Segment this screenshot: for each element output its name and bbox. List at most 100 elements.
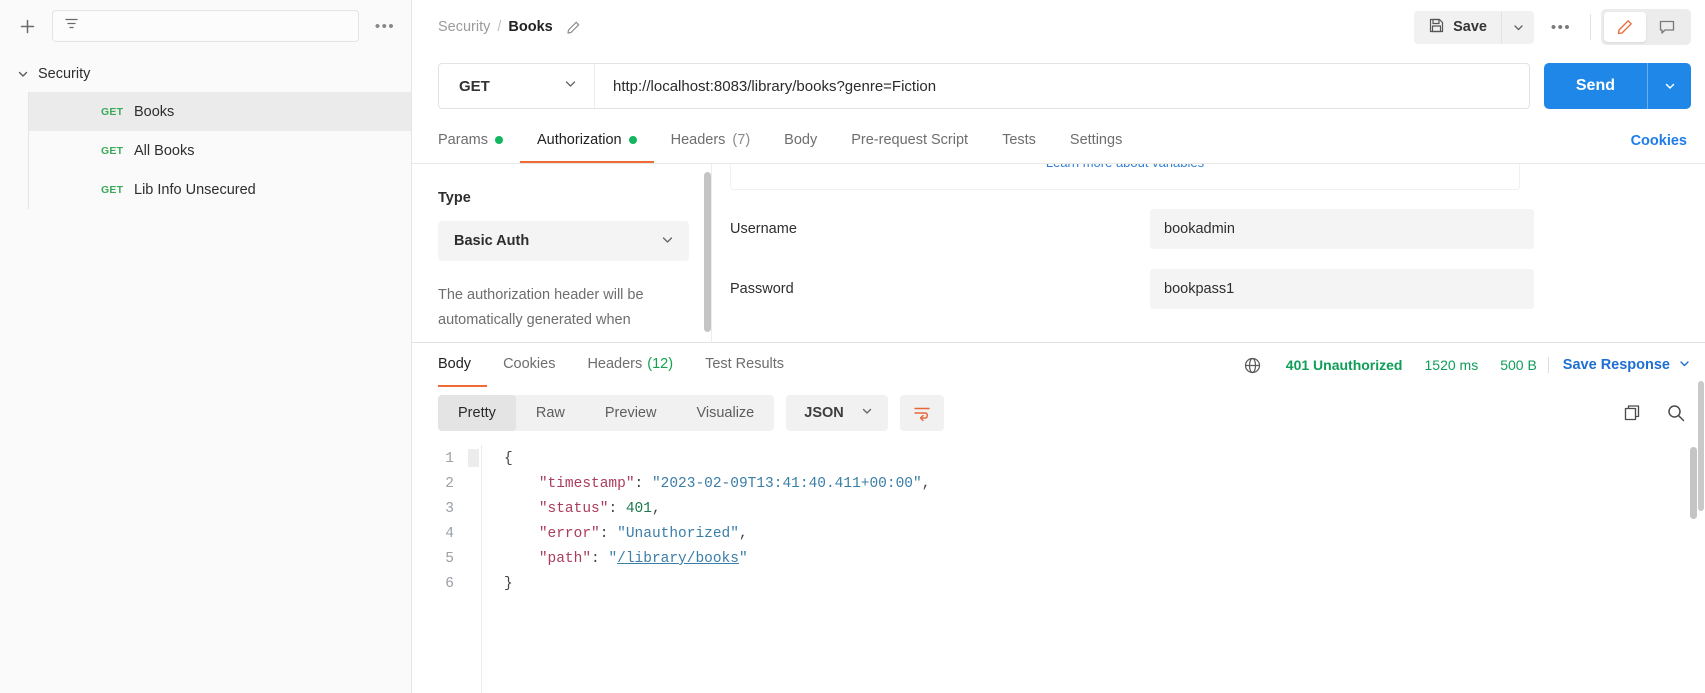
breadcrumb-parent[interactable]: Security bbox=[438, 19, 490, 35]
sidebar-item-label: Lib Info Unsecured bbox=[134, 181, 256, 198]
collection-folder-security[interactable]: Security bbox=[0, 56, 411, 92]
code-fold-column[interactable] bbox=[468, 445, 482, 693]
response-view-modes: Pretty Raw Preview Visualize bbox=[438, 395, 775, 431]
sidebar-more-button[interactable]: ••• bbox=[369, 11, 401, 41]
sidebar-filter-input[interactable] bbox=[52, 10, 359, 42]
line-number: 6 bbox=[445, 576, 454, 592]
fold-toggle[interactable] bbox=[468, 449, 479, 467]
auth-scrollbar[interactable] bbox=[704, 172, 711, 332]
edit-pencil-icon[interactable] bbox=[566, 20, 581, 35]
response-tab-test-results[interactable]: Test Results bbox=[689, 344, 800, 387]
header-view-toggle bbox=[1601, 9, 1691, 45]
tab-label: Body bbox=[784, 131, 818, 148]
response-panel: Body Cookies Headers (12) Test Results 4… bbox=[412, 342, 1705, 693]
search-icon[interactable] bbox=[1661, 398, 1691, 428]
auth-type-column: Type Basic Auth The authorization header… bbox=[412, 164, 712, 342]
response-tab-body[interactable]: Body bbox=[438, 344, 488, 387]
main-panel: Security / Books Save ••• GET http://loc… bbox=[412, 0, 1705, 693]
sidebar-item-lib-info-unsecured[interactable]: GET Lib Info Unsecured bbox=[28, 170, 411, 209]
response-status-code: 401 Unauthorized bbox=[1285, 357, 1403, 373]
code-token: "2023-02-09T13:41:40.411+00:00" bbox=[651, 476, 922, 492]
tab-label: Headers bbox=[587, 356, 643, 372]
save-options-button[interactable] bbox=[1501, 10, 1534, 44]
code-token: { bbox=[504, 451, 513, 467]
variables-link[interactable]: Learn more about variables bbox=[1046, 164, 1204, 170]
save-button-label: Save bbox=[1453, 19, 1487, 35]
tab-label: Test Results bbox=[705, 356, 785, 372]
modified-dot-icon bbox=[494, 135, 503, 144]
variables-note: Learn more about variables bbox=[730, 164, 1520, 190]
tab-body[interactable]: Body bbox=[767, 118, 834, 163]
chevron-down-icon bbox=[563, 76, 578, 96]
edit-mode-button[interactable] bbox=[1604, 12, 1646, 42]
modified-dot-icon bbox=[628, 135, 637, 144]
sidebar: ••• Security GET Books GET All Books GET… bbox=[0, 0, 412, 693]
sidebar-item-all-books[interactable]: GET All Books bbox=[28, 131, 411, 170]
auth-type-label: Type bbox=[438, 190, 471, 206]
url-input[interactable]: http://localhost:8083/library/books?genr… bbox=[595, 64, 1529, 108]
response-format-select[interactable]: JSON bbox=[786, 395, 888, 431]
http-method-select[interactable]: GET bbox=[439, 64, 595, 108]
request-method-badge: GET bbox=[101, 105, 124, 118]
comment-mode-button[interactable] bbox=[1646, 12, 1688, 42]
response-scroll-rail bbox=[1698, 343, 1704, 693]
auth-type-select[interactable]: Basic Auth bbox=[438, 221, 689, 261]
username-input[interactable]: bookadmin bbox=[1150, 209, 1534, 249]
response-body-code: 1 2 3 4 5 6 { "timestamp": "2023-02-09T1… bbox=[412, 439, 1705, 693]
authorization-panel: Type Basic Auth The authorization header… bbox=[412, 164, 1705, 342]
code-line: "status": 401, bbox=[504, 497, 1705, 522]
save-button[interactable]: Save bbox=[1414, 10, 1501, 44]
sidebar-toolbar: ••• bbox=[0, 0, 411, 52]
response-scrollbar-thumb[interactable] bbox=[1698, 381, 1704, 511]
save-response-button[interactable]: Save Response bbox=[1549, 357, 1691, 374]
view-mode-raw[interactable]: Raw bbox=[516, 395, 585, 431]
collection-tree: Security GET Books GET All Books GET Lib… bbox=[0, 52, 411, 209]
line-number: 2 bbox=[445, 476, 454, 492]
cookies-link[interactable]: Cookies bbox=[1614, 118, 1691, 163]
tab-settings[interactable]: Settings bbox=[1053, 118, 1139, 163]
header-divider bbox=[1590, 14, 1591, 40]
code-line: } bbox=[504, 572, 1705, 597]
code-token: "Unauthorized" bbox=[617, 526, 739, 542]
chevron-down-icon bbox=[860, 404, 874, 422]
response-tabs: Body Cookies Headers (12) Test Results 4… bbox=[412, 343, 1705, 387]
password-input[interactable]: bookpass1 bbox=[1150, 269, 1534, 309]
code-line: "timestamp": "2023-02-09T13:41:40.411+00… bbox=[504, 472, 1705, 497]
send-button[interactable]: Send bbox=[1543, 63, 1647, 109]
send-group: Send bbox=[1543, 63, 1691, 109]
response-tab-headers[interactable]: Headers (12) bbox=[571, 344, 689, 387]
send-options-button[interactable] bbox=[1647, 63, 1691, 109]
breadcrumb-separator: / bbox=[497, 19, 502, 35]
sidebar-item-label: Books bbox=[134, 103, 175, 120]
breadcrumb-current[interactable]: Books bbox=[508, 19, 552, 35]
view-mode-pretty[interactable]: Pretty bbox=[438, 395, 516, 431]
code-token: , bbox=[651, 501, 661, 517]
line-number: 5 bbox=[445, 551, 454, 567]
code-token: " bbox=[608, 551, 618, 567]
tab-tests[interactable]: Tests bbox=[985, 118, 1053, 163]
tab-pre-request-script[interactable]: Pre-request Script bbox=[834, 118, 985, 163]
view-mode-visualize[interactable]: Visualize bbox=[676, 395, 774, 431]
globe-icon[interactable] bbox=[1243, 356, 1262, 375]
view-mode-preview[interactable]: Preview bbox=[585, 395, 677, 431]
code-token: 401 bbox=[625, 501, 652, 517]
tab-params[interactable]: Params bbox=[438, 118, 520, 163]
json-response-text[interactable]: { "timestamp": "2023-02-09T13:41:40.411+… bbox=[482, 445, 1705, 693]
code-token: : bbox=[608, 501, 626, 517]
code-scrollbar[interactable] bbox=[1690, 447, 1697, 519]
request-method-badge: GET bbox=[101, 144, 124, 157]
chevron-down-icon bbox=[16, 67, 30, 81]
code-token: "status" bbox=[538, 501, 609, 517]
response-tab-cookies[interactable]: Cookies bbox=[487, 344, 571, 387]
wrap-lines-button[interactable] bbox=[899, 395, 944, 431]
sidebar-item-books[interactable]: GET Books bbox=[28, 92, 411, 131]
tab-count: (7) bbox=[732, 131, 751, 148]
tab-authorization[interactable]: Authorization bbox=[519, 118, 654, 163]
copy-icon[interactable] bbox=[1617, 398, 1647, 428]
http-method-label: GET bbox=[459, 77, 490, 95]
tab-headers[interactable]: Headers (7) bbox=[654, 118, 768, 163]
header-more-button[interactable]: ••• bbox=[1542, 11, 1580, 44]
url-bar: GET http://localhost:8083/library/books?… bbox=[412, 54, 1705, 118]
add-new-button[interactable] bbox=[12, 11, 42, 41]
